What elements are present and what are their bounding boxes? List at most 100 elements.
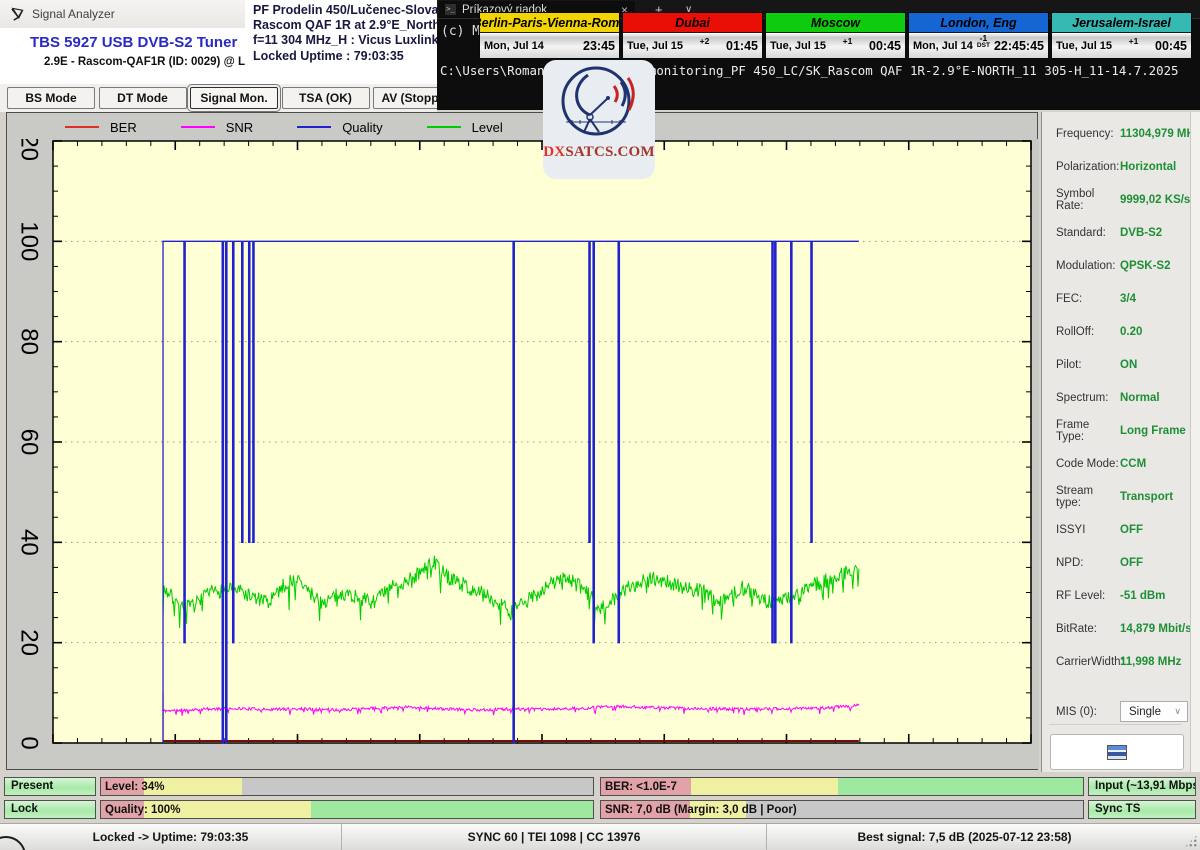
parameter-value: Long Frame (1120, 425, 1186, 437)
clock-city-label: Moscow (766, 13, 905, 33)
mode-button-bs-mode[interactable]: BS Mode (7, 87, 95, 109)
legend-item-snr: SNR (181, 120, 253, 135)
clock-berlin-paris-vienna-roma: Berlin-Paris-Vienna-RomaMon, Jul 1423:45 (479, 12, 620, 59)
parameter-value: DVB-S2 (1120, 227, 1162, 239)
clock-body: Tue, Jul 15+100:45 (1052, 33, 1191, 58)
led-present: Present (4, 777, 96, 796)
parameter-row-carrierwidth: CarrierWidth:11,998 MHz (1042, 645, 1190, 678)
legend-line-swatch (181, 126, 215, 128)
info-line-uptime: Locked Uptime : 79:03:35 (245, 49, 437, 64)
info-line-satellite: Rascom QAF 1R at 2.9°E_North (245, 18, 437, 33)
gauge-segment (838, 778, 1083, 795)
clock-body: Tue, Jul 15+201:45 (623, 33, 762, 58)
clock-time: 00:45 (869, 39, 901, 53)
parameter-label: Pilot: (1056, 359, 1120, 371)
mis-selected-value: Single (1129, 706, 1161, 718)
led-lock: Lock (4, 800, 96, 819)
gauge-snr: SNR: 7,0 dB (Margin: 3,0 dB | Poor) (600, 800, 1084, 819)
parameter-rows: Frequency:11304,979 MHzPolarization:Hori… (1042, 112, 1190, 678)
parameter-label: Stream type: (1056, 485, 1120, 509)
mode-button-dt-mode[interactable]: DT Mode (99, 87, 187, 109)
panel-scrollbar[interactable] (1190, 112, 1200, 772)
parameter-label: Modulation: (1056, 260, 1120, 272)
clock-utc-offset: +1 (843, 37, 853, 46)
parameter-row-spectrum: Spectrum:Normal (1042, 381, 1190, 414)
parameter-label: RF Level: (1056, 590, 1120, 602)
parameter-value: Transport (1120, 491, 1173, 503)
parameter-row-standard: Standard:DVB-S2 (1042, 216, 1190, 249)
parameter-value: CCM (1120, 458, 1146, 470)
parameter-value: Normal (1120, 392, 1160, 404)
dst-flag: DST (977, 43, 990, 50)
legend-label: Quality (342, 120, 382, 135)
gauge-ber: BER: <1.0E-7 (600, 777, 1084, 796)
gauge-quality: Quality: 100% (100, 800, 594, 819)
clock-date: Tue, Jul 15 (770, 40, 826, 52)
clock-date: Tue, Jul 15 (627, 40, 683, 52)
dxsatcs-logo-text: DXSATCS.COM (543, 144, 655, 161)
parameter-label: ISSYI (1056, 524, 1120, 536)
analyzer-titlebar: Signal Analyzer (0, 0, 248, 28)
clock-dubai: DubaiTue, Jul 15+201:45 (622, 12, 763, 59)
mode-button-tsa-ok[interactable]: TSA (OK) (282, 87, 370, 109)
window-title: Signal Analyzer (32, 7, 115, 21)
parameter-label: BitRate: (1056, 623, 1120, 635)
offset-value: +2 (700, 37, 710, 46)
transport-stream-button[interactable] (1050, 734, 1184, 770)
gauge-label: BER: <1.0E-7 (605, 781, 677, 793)
parameter-label: CarrierWidth: (1056, 656, 1120, 668)
tuner-title: TBS 5927 USB DVB-S2 Tuner (30, 34, 237, 51)
parameter-value: 14,879 Mbit/s (1120, 623, 1192, 635)
parameter-value: ON (1120, 359, 1137, 371)
parameter-label: RollOff: (1056, 326, 1120, 338)
svg-text:20: 20 (16, 629, 43, 656)
parameter-row-rf-level: RF Level:-51 dBm (1042, 579, 1190, 612)
clock-jerusalem-israel: Jerusalem-IsraelTue, Jul 15+100:45 (1051, 12, 1192, 59)
svg-text:60: 60 (16, 429, 43, 456)
mis-dropdown[interactable]: Single ∨ (1120, 701, 1188, 722)
mis-label: MIS (0): (1056, 706, 1120, 718)
gauge-label: Level: 34% (105, 781, 164, 793)
parameter-value: -51 dBm (1120, 590, 1165, 602)
clock-city-label: Berlin-Paris-Vienna-Roma (480, 13, 619, 33)
clock-body: Mon, Jul 1423:45 (480, 33, 619, 58)
ts-list-icon (1107, 745, 1127, 760)
clock-body: Tue, Jul 15 +1 00:45 (766, 33, 905, 58)
cmd-icon: >_ (445, 4, 456, 15)
dxsatcs-logo-graphic (552, 60, 646, 146)
clock-city-label: Jerusalem-Israel (1052, 13, 1191, 33)
parameter-label: Standard: (1056, 227, 1120, 239)
legend-label: SNR (226, 120, 253, 135)
parameter-value: 0.20 (1120, 326, 1142, 338)
parameter-value: OFF (1120, 524, 1143, 536)
clock-date: Tue, Jul 15 (1056, 40, 1112, 52)
status-segment-1: Locked -> Uptime: 79:03:35 (0, 824, 342, 850)
parameter-value: 9999,02 KS/s (1120, 194, 1190, 206)
parameter-value: QPSK-S2 (1120, 260, 1171, 272)
parameter-value: 11304,979 MHz (1120, 128, 1200, 140)
offset-value: +1 (1129, 37, 1139, 46)
mode-button-signal-mon[interactable]: Signal Mon. (190, 87, 278, 109)
gauge-segment (242, 778, 593, 795)
info-line-antenna: PF Prodelin 450/Lučenec-Slovakia (245, 3, 437, 18)
svg-text:0: 0 (16, 736, 43, 749)
gauge-label: Quality: 100% (105, 804, 180, 816)
parameter-label: Symbol Rate: (1056, 188, 1120, 212)
clock-utc-offset: -1DST (977, 34, 990, 50)
clock-body: Mon, Jul 14-1DST22:45:45 (909, 33, 1048, 58)
parameter-row-polarization: Polarization:Horizontal (1042, 150, 1190, 183)
antenna-info-block: PF Prodelin 450/Lučenec-Slovakia Rascom … (245, 0, 437, 73)
gauge-segment (311, 801, 593, 818)
clock-moscow: Moscow Tue, Jul 15 +1 00:45 (765, 12, 906, 59)
gauge-segment (691, 778, 838, 795)
legend-line-swatch (297, 126, 331, 128)
status-segment-2: SYNC 60 | TEI 1098 | CC 13976 (342, 824, 767, 850)
analyzer-header: Signal Analyzer TBS 5927 USB DVB-S2 Tune… (0, 0, 437, 112)
legend-line-swatch (427, 126, 461, 128)
parameter-label: NPD: (1056, 557, 1120, 569)
parameter-row-frequency: Frequency:11304,979 MHz (1042, 117, 1190, 150)
parameter-row-issyi: ISSYIOFF (1042, 513, 1190, 546)
clock-utc-offset: +2 (700, 37, 710, 46)
parameter-row-bitrate: BitRate:14,879 Mbit/s (1042, 612, 1190, 645)
indicator-row-2: Lock Quality: 100% SNR: 7,0 dB (Margin: 3,… (0, 800, 1200, 821)
